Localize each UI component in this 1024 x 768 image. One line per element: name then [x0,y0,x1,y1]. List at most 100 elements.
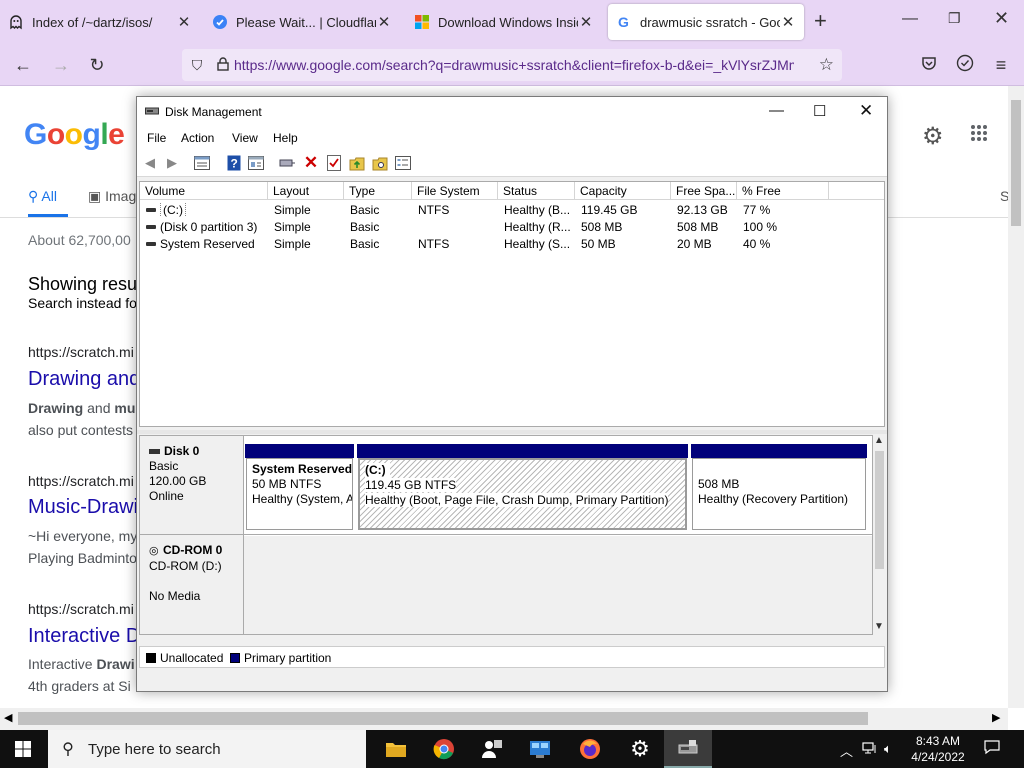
partition-recovery[interactable]: 508 MB Healthy (Recovery Partition) [692,458,866,530]
properties-icon[interactable] [248,155,264,171]
file-explorer-icon[interactable] [372,730,420,768]
back-arrow-icon[interactable]: ◀ [142,155,158,171]
lock-icon[interactable] [212,56,234,74]
column-volume[interactable]: Volume [140,182,268,200]
column-type[interactable]: Type [344,182,412,200]
close-tab-icon[interactable]: ✕ [780,13,796,31]
column-percent-free[interactable]: % Free [737,182,829,200]
volume-row[interactable]: (Disk 0 partition 3) Simple Basic Health… [140,219,884,236]
people-app-icon[interactable] [468,730,516,768]
close-tab-icon[interactable]: ✕ [176,13,192,31]
settings-panel-icon[interactable] [395,155,411,171]
account-check-icon[interactable] [954,54,976,76]
scroll-right-arrow-icon[interactable]: ▶ [992,711,1000,724]
result-title[interactable]: Music-Drawi [28,496,138,519]
browser-tab-2[interactable]: Please Wait... | Cloudflare ✕ [204,4,400,40]
volume-pct-free: 40 % [743,237,771,251]
folder-up-icon[interactable] [349,155,365,171]
system-clock[interactable]: 8:43 AM 4/24/2022 [900,733,976,765]
page-vertical-scrollbar[interactable] [1008,86,1024,708]
browser-tab-4-active[interactable]: G drawmusic ssratch - Google ✕ [608,4,804,40]
settings-gear-icon[interactable]: ⚙ [616,730,664,768]
minimize-icon[interactable]: — [769,102,784,119]
cloudflare-icon [212,14,228,30]
partition-system-reserved[interactable]: System Reserved 50 MB NTFS Healthy (Syst… [246,458,353,530]
close-window-icon[interactable]: ✕ [994,8,1009,29]
address-bar[interactable]: ⛉ https://www.google.com/search?q=drawmu… [182,49,842,81]
result-url[interactable]: https://scratch.mi [28,473,134,489]
back-arrow-icon[interactable]: ← [12,54,34,76]
forward-arrow-icon[interactable]: → [50,54,72,76]
maximize-icon[interactable]: ☐ [813,102,826,120]
pane-splitter[interactable] [137,430,887,434]
column-layout[interactable]: Layout [268,182,344,200]
clock-time: 8:43 AM [915,734,961,748]
close-tab-icon[interactable]: ✕ [376,13,392,31]
network-icon[interactable] [862,741,878,758]
start-button[interactable] [0,730,46,768]
volume-row[interactable]: (C:) Simple Basic NTFS Healthy (B... 119… [140,202,884,219]
result-url[interactable]: https://scratch.mi [28,601,134,617]
disk-icon [149,449,160,455]
restore-icon[interactable]: ❐ [948,10,961,27]
firefox-icon[interactable] [566,730,614,768]
menu-action[interactable]: Action [181,131,214,145]
scrollbar-thumb[interactable] [875,451,884,569]
control-panel-icon[interactable] [516,730,564,768]
taskbar-search-box[interactable]: ⚲ Type here to search [48,730,366,768]
delete-icon[interactable]: ✕ [303,153,319,172]
column-status[interactable]: Status [498,182,575,200]
partition-c-drive[interactable]: (C:) 119.45 GB NTFS Healthy (Boot, Page … [358,458,687,530]
window-title-bar[interactable]: Disk Management — ☐ ✕ [137,97,887,127]
volume-row[interactable]: System Reserved Simple Basic NTFS Health… [140,236,884,253]
cdrom-0-info[interactable]: ◎ CD-ROM 0 CD-ROM (D:) No Media [140,535,244,634]
disk-0-info[interactable]: Disk 0 Basic 120.00 GB Online [140,436,244,534]
result-title[interactable]: Interactive D [28,625,140,648]
scroll-left-arrow-icon[interactable]: ◀ [4,711,12,724]
reload-icon[interactable]: ↻ [86,54,108,76]
column-free-space[interactable]: Free Spa... [671,182,737,200]
show-hidden-icons-chevron[interactable]: ︿ [840,741,853,760]
volume-speaker-icon[interactable]: 🔈︎ [884,741,892,757]
shield-icon[interactable]: ⛉ [182,57,212,74]
page-horizontal-scrollbar[interactable]: ◀ ▶ [0,708,1008,730]
result-title[interactable]: Drawing and [28,368,140,391]
tab-images[interactable]: ▣ Imag [88,188,136,205]
apps-grid-icon[interactable] [970,122,988,148]
folder-search-icon[interactable] [372,155,388,171]
volume-name: (C:) [142,203,186,217]
scrollbar-thumb[interactable] [18,712,868,725]
search-instead-text[interactable]: Search instead fo [28,295,137,311]
menu-help[interactable]: Help [273,131,298,145]
notifications-icon[interactable] [984,739,1000,758]
menu-view[interactable]: View [232,131,258,145]
browser-tab-3[interactable]: Download Windows Insider ✕ [406,4,602,40]
list-view-icon[interactable] [194,155,210,171]
scroll-up-arrow-icon[interactable]: ▲ [874,435,884,446]
gear-icon[interactable]: ⚙ [922,122,944,151]
graphical-view-scrollbar[interactable]: ▲ ▼ [873,435,886,635]
checkmark-icon[interactable] [326,155,342,171]
disk-management-taskbar-icon[interactable] [664,730,712,768]
connect-drive-icon[interactable] [279,155,295,171]
close-icon[interactable]: ✕ [859,101,873,121]
bookmark-star-icon[interactable]: ☆ [819,55,834,75]
close-tab-icon[interactable]: ✕ [578,13,594,31]
forward-arrow-icon[interactable]: ▶ [164,155,180,171]
column-file-system[interactable]: File System [412,182,498,200]
pocket-icon[interactable] [918,54,940,76]
column-capacity[interactable]: Capacity [575,182,671,200]
scrollbar-thumb[interactable] [1011,100,1021,226]
svg-text:G: G [618,14,629,30]
scroll-down-arrow-icon[interactable]: ▼ [874,621,884,632]
help-icon[interactable]: ? [226,155,242,171]
result-url[interactable]: https://scratch.mi [28,344,134,360]
google-logo[interactable]: Google [24,118,125,152]
hamburger-menu-icon[interactable]: ≡ [990,54,1012,76]
browser-tab-1[interactable]: Index of /~dartz/isos/ ✕ [0,4,200,40]
new-tab-icon[interactable]: + [814,10,827,32]
minimize-icon[interactable]: — [902,10,918,28]
chrome-icon[interactable] [420,730,468,768]
menu-file[interactable]: File [147,131,166,145]
tab-all[interactable]: ⚲ All [28,188,57,205]
